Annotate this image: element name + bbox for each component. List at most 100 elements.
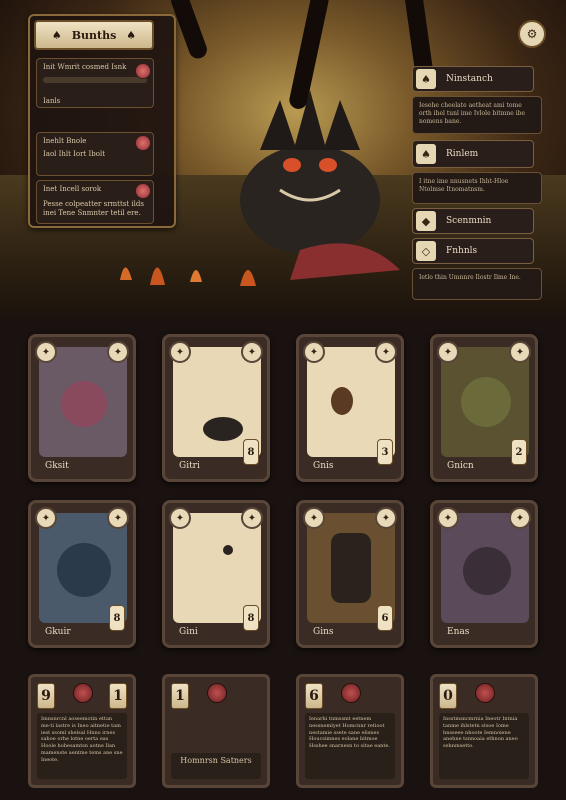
card-value: 3 bbox=[377, 439, 393, 465]
card-value: 8 bbox=[109, 605, 125, 631]
diamond-icon: ◇ bbox=[416, 241, 436, 261]
menu-row-text: Inehlt Bnole bbox=[43, 137, 87, 145]
game-card[interactable]: ✦ ✦ Gksit bbox=[28, 334, 136, 482]
card-number-left: 9 bbox=[37, 683, 55, 709]
bottom-card[interactable]: 6 Ienarhi tnmssmt eetnem nessnemlyet Hom… bbox=[296, 674, 404, 788]
menu-row-text: Inet Incell sorok bbox=[43, 185, 102, 193]
card-name: Gini bbox=[179, 627, 198, 637]
card-description: Imnsnrcnl aoseemotin ettan me-ti lastre … bbox=[37, 713, 127, 779]
menu-row-sub: Ianls bbox=[43, 97, 61, 105]
menu-row[interactable]: Inehlt Bnole Iaol Ihlt Iort Ibolt bbox=[36, 132, 154, 176]
card-corner-icon: ✦ bbox=[241, 341, 263, 363]
card-number-left: 6 bbox=[305, 683, 323, 709]
game-card[interactable]: ✦ ✦ Gkuir 8 bbox=[28, 500, 136, 648]
right-desc-3: Ietlo thin Umnnre Ilostr Ilme Ine. bbox=[412, 268, 542, 300]
game-card[interactable]: ✦ ✦ Gnicn 2 bbox=[430, 334, 538, 482]
card-number-left: 0 bbox=[439, 683, 457, 709]
right-item-label: Scenmnin bbox=[446, 216, 492, 226]
menu-row-desc: Pesse colpeatter srmttst ilds inei Tene … bbox=[43, 200, 144, 218]
right-desc-text: Ietlo thin Umnnre Ilostr Ilme Ine. bbox=[419, 274, 521, 281]
card-corner-icon: ✦ bbox=[107, 507, 129, 529]
right-item-2[interactable]: ♠ Rinlem bbox=[412, 140, 534, 168]
right-item-label: Rinlem bbox=[446, 149, 479, 159]
progress-bar bbox=[43, 77, 147, 83]
right-item-4[interactable]: ◇ Fnhnls bbox=[412, 238, 534, 264]
card-art bbox=[441, 513, 529, 623]
card-creature bbox=[223, 545, 233, 555]
right-desc-text: I itne ime nnusnets Ihht-Hloe Ntolmse It… bbox=[419, 178, 509, 194]
right-item-label: Fnhnls bbox=[446, 246, 478, 256]
game-card[interactable]: ✦ ✦ Gini 8 bbox=[162, 500, 270, 648]
diamond-icon: ◆ bbox=[416, 211, 436, 231]
card-corner-icon: ✦ bbox=[107, 341, 129, 363]
card-corner-icon: ✦ bbox=[375, 341, 397, 363]
menu-row-text: Init Wmrit cosmed Isnk bbox=[43, 63, 127, 71]
card-description: Insstmsncmrnia Ineotr Intnia tanme ihlst… bbox=[439, 713, 529, 779]
card-corner-icon: ✦ bbox=[35, 341, 57, 363]
gem-icon bbox=[73, 683, 93, 703]
menu-title-text: Bunths bbox=[71, 28, 117, 42]
card-name: Gnicn bbox=[447, 461, 474, 471]
card-name: Enas bbox=[447, 627, 470, 637]
card-value: 8 bbox=[243, 439, 259, 465]
card-description: Homnrsn Satners bbox=[171, 753, 261, 779]
card-art bbox=[39, 347, 127, 457]
card-corner-icon: ✦ bbox=[169, 507, 191, 529]
status-dot bbox=[135, 135, 151, 151]
card-corner-icon: ✦ bbox=[241, 507, 263, 529]
game-card[interactable]: ✦ ✦ Gins 6 bbox=[296, 500, 404, 648]
gem-icon bbox=[475, 683, 495, 703]
right-desc-1: Iesehe cheelate aetheat ami tome orth ih… bbox=[412, 96, 542, 134]
right-item-1[interactable]: ♠ Ninstanch bbox=[412, 66, 534, 92]
menu-row-sub: Iaol Ihlt Iort Ibolt bbox=[43, 150, 106, 159]
card-creature bbox=[331, 533, 371, 603]
gem-icon bbox=[341, 683, 361, 703]
card-name: Gnis bbox=[313, 461, 334, 471]
bottom-card[interactable]: 9 1 Imnsnrcnl aoseemotin ettan me-ti las… bbox=[28, 674, 136, 788]
card-number-left: 1 bbox=[171, 683, 189, 709]
card-value: 8 bbox=[243, 605, 259, 631]
status-dot bbox=[135, 63, 151, 79]
card-corner-icon: ✦ bbox=[437, 341, 459, 363]
right-desc-2: I itne ime nnusnets Ihht-Hloe Ntolmse It… bbox=[412, 172, 542, 204]
right-desc-text: Iesehe cheelate aetheat ami tome orth ih… bbox=[419, 102, 526, 126]
menu-row[interactable]: Inet Incell sorok Pesse colpeatter srmtt… bbox=[36, 180, 154, 224]
card-corner-icon: ✦ bbox=[375, 507, 397, 529]
card-corner-icon: ✦ bbox=[303, 507, 325, 529]
card-description: Ienarhi tnmssmt eetnem nessnemlyet Homcn… bbox=[305, 713, 395, 779]
card-creature bbox=[331, 387, 353, 415]
card-name: Gkuir bbox=[45, 627, 71, 637]
right-item-label: Ninstanch bbox=[446, 74, 493, 84]
spade-icon: ♠ bbox=[416, 144, 436, 164]
card-corner-icon: ✦ bbox=[303, 341, 325, 363]
status-dot bbox=[135, 183, 151, 199]
card-name: Gins bbox=[313, 627, 334, 637]
game-card[interactable]: ✦ ✦ Enas bbox=[430, 500, 538, 648]
game-card[interactable]: ✦ ✦ Gnis 3 bbox=[296, 334, 404, 482]
menu-row[interactable]: Init Wmrit cosmed Isnk Ianls bbox=[36, 58, 154, 108]
gem-icon bbox=[207, 683, 227, 703]
menu-panel: ♠ Bunths ♠ Init Wmrit cosmed Isnk Ianls … bbox=[28, 14, 176, 228]
menu-panel-title: ♠ Bunths ♠ bbox=[34, 20, 154, 50]
spade-icon: ♠ bbox=[51, 28, 62, 42]
bottom-card[interactable]: 0 Insstmsncmrnia Ineotr Intnia tanme ihl… bbox=[430, 674, 538, 788]
spade-icon: ♠ bbox=[416, 69, 436, 89]
spade-icon: ♠ bbox=[126, 28, 137, 42]
card-value: 2 bbox=[511, 439, 527, 465]
card-creature bbox=[57, 543, 111, 597]
card-value: 6 bbox=[377, 605, 393, 631]
card-corner-icon: ✦ bbox=[509, 507, 531, 529]
card-name: Gitri bbox=[179, 461, 200, 471]
flames-illustration bbox=[120, 267, 256, 286]
card-name: Gksit bbox=[45, 461, 69, 471]
card-corner-icon: ✦ bbox=[169, 341, 191, 363]
bottom-card[interactable]: 1 Homnrsn Satners bbox=[162, 674, 270, 788]
card-creature bbox=[61, 381, 107, 427]
game-card[interactable]: ✦ ✦ Gitri 8 bbox=[162, 334, 270, 482]
card-corner-icon: ✦ bbox=[437, 507, 459, 529]
card-creature bbox=[463, 547, 511, 595]
gear-icon[interactable]: ⚙ bbox=[518, 20, 546, 48]
card-creature bbox=[461, 377, 511, 427]
card-number-right: 1 bbox=[109, 683, 127, 709]
right-item-3[interactable]: ◆ Scenmnin bbox=[412, 208, 534, 234]
